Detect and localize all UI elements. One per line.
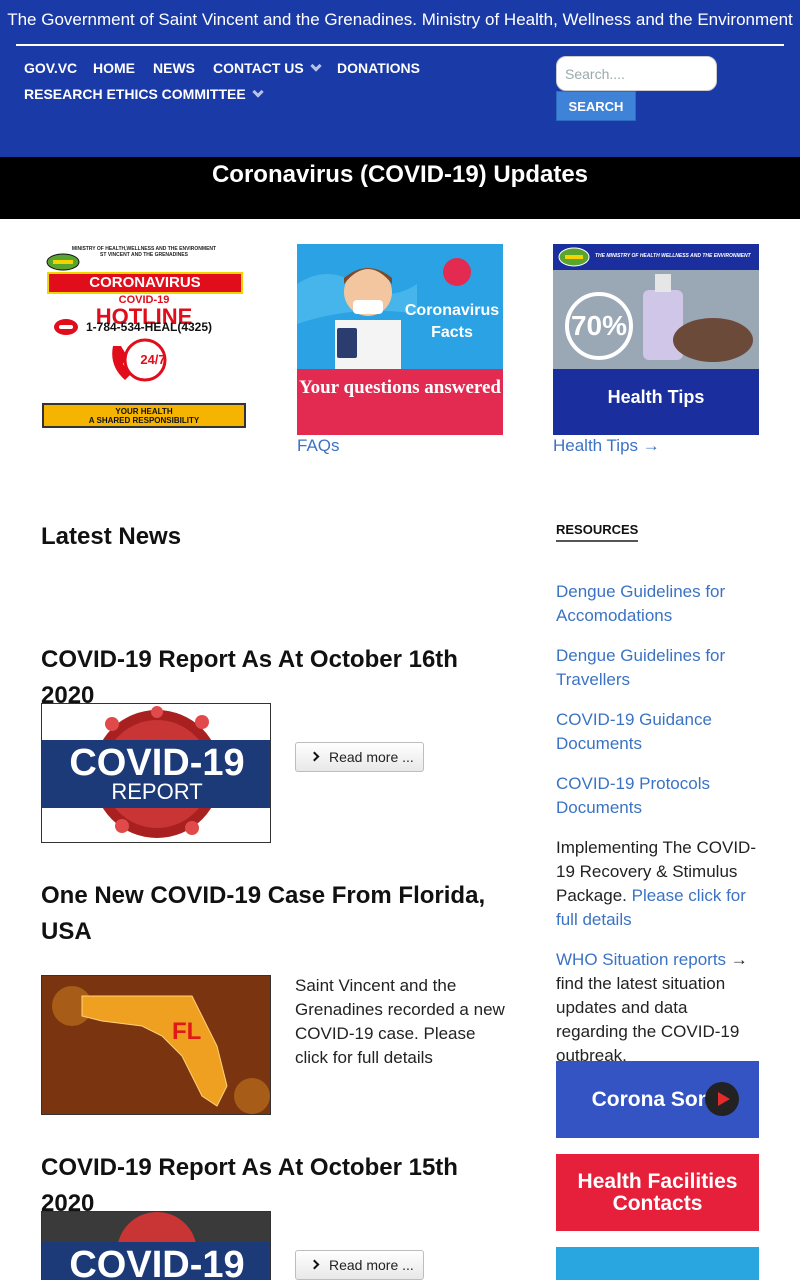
florida-map-icon [42, 976, 270, 1114]
hotline-hours: 24/7 [140, 352, 166, 367]
nav-research-ethics[interactable]: RESEARCH ETHICS COMMITTEE [24, 86, 264, 102]
article-thumbnail[interactable]: COVID-19 [41, 1211, 271, 1280]
ministry-logo-icon [558, 247, 590, 267]
search-button[interactable]: SEARCH [556, 91, 636, 121]
thumb-report-text: REPORT [111, 779, 203, 804]
facts-subtitle: Your questions answered [297, 369, 503, 435]
faqs-link[interactable]: FAQs [297, 436, 340, 456]
resource-link-covid-protocols[interactable]: COVID-19 Protocols Documents [556, 772, 761, 820]
hotline-red-label: CORONAVIRUS [47, 272, 243, 294]
article-thumbnail[interactable]: COVID-19 REPORT [41, 703, 271, 843]
health-facilities-tile[interactable]: Health Facilities Contacts [556, 1154, 759, 1231]
chevron-down-icon [252, 86, 264, 98]
nav-home[interactable]: HOME [93, 60, 135, 76]
ministry-logo-icon [46, 253, 80, 271]
search-input[interactable] [556, 56, 717, 91]
chevron-right-icon [309, 751, 320, 762]
stimulus-package-text: Implementing The COVID-19 Recovery & Sti… [556, 836, 761, 932]
read-more-button[interactable]: Read more ... [295, 1250, 424, 1280]
resources-heading: RESOURCES [556, 522, 639, 542]
hotline-number: 1-784-534-HEAL(4325) [85, 320, 213, 334]
read-more-label: Read more ... [329, 1257, 414, 1273]
nav-contact-label: CONTACT US [213, 60, 304, 76]
health-tips-link[interactable]: Health Tips → [553, 436, 660, 456]
article-thumbnail[interactable]: FL [41, 975, 271, 1115]
facts-title: Coronavirus Facts [404, 302, 500, 341]
nav-ethics-label: RESEARCH ETHICS COMMITTEE [24, 86, 246, 102]
tips-percent: 70% [565, 292, 633, 360]
chevron-down-icon [310, 60, 322, 72]
nav-donations[interactable]: DONATIONS [337, 60, 420, 76]
thumb-covid-text: COVID-19 [69, 1244, 245, 1280]
read-more-button[interactable]: Read more ... [295, 742, 424, 772]
header-divider [16, 44, 784, 46]
health-tips-image[interactable]: THE MINISTRY OF HEALTH WELLNESS AND THE … [553, 244, 759, 435]
article-title[interactable]: One New COVID-19 Case From Florida, USA [41, 878, 511, 950]
resource-link-dengue-accomodations[interactable]: Dengue Guidelines for Accomodations [556, 580, 761, 628]
hotline-footer-line1: YOUR HEALTH [115, 407, 173, 416]
nav-news[interactable]: NEWS [153, 60, 195, 76]
thumb-fl-text: FL [172, 1018, 202, 1045]
hotline-image[interactable]: MINISTRY OF HEALTH,WELLNESS AND THE ENVI… [41, 244, 247, 430]
resource-link-covid-guidance[interactable]: COVID-19 Guidance Documents [556, 708, 761, 756]
sidebar-tile[interactable] [556, 1247, 759, 1280]
play-icon [705, 1082, 739, 1116]
hotline-footer: YOUR HEALTH A SHARED RESPONSIBILITY [42, 403, 246, 428]
coronavirus-facts-image[interactable]: Coronavirus Facts Your questions answere… [297, 244, 503, 435]
tips-title: Health Tips [553, 369, 759, 435]
chevron-right-icon [309, 1259, 320, 1270]
article-excerpt: Saint Vincent and the Grenadines recorde… [295, 976, 505, 1067]
hotline-footer-line2: A SHARED RESPONSIBILITY [88, 416, 200, 425]
nav-contact-us[interactable]: CONTACT US [213, 60, 322, 76]
read-more-label: Read more ... [329, 749, 414, 765]
corona-song-tile[interactable]: Corona Song [556, 1061, 759, 1138]
who-situation-link[interactable]: WHO Situation reports [556, 950, 726, 969]
latest-news-heading: Latest News [41, 523, 182, 550]
nav-gov-vc[interactable]: GOV.VC [24, 60, 77, 76]
resource-link-dengue-travellers[interactable]: Dengue Guidelines for Travellers [556, 644, 761, 692]
who-reports-text: WHO Situation reports → find the latest … [556, 948, 761, 1068]
government-title: The Government of Saint Vincent and the … [7, 10, 793, 29]
banner-title: Coronavirus (COVID-19) Updates [211, 161, 589, 188]
